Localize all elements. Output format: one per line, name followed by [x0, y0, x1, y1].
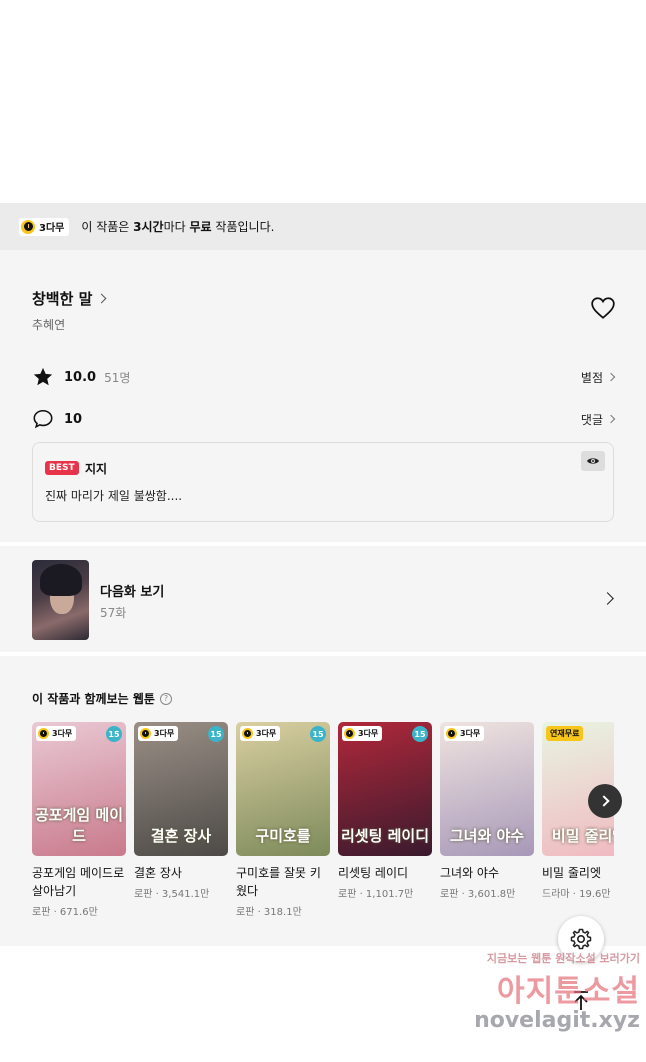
- free-banner: 3다무 이 작품은 3시간마다 무료 작품입니다.: [0, 203, 646, 250]
- recommend-meta: 로판 · 3,601.8만: [440, 889, 516, 900]
- top-blank-area: [0, 0, 646, 203]
- comment-link[interactable]: 댓글: [581, 411, 616, 428]
- chevron-right-icon: [606, 372, 616, 382]
- recommend-section: 이 작품과 함께보는 웹툰 ? 3다무 15 공포게임 메이드공포게임 메이드로 살…: [0, 656, 646, 946]
- age-rating-badge: 15: [208, 726, 224, 742]
- clock-icon: [140, 728, 151, 739]
- best-comment-user: 지지: [85, 462, 108, 476]
- age-rating-badge: 15: [412, 726, 428, 742]
- cover-title: 공포게임 메이드: [34, 806, 124, 845]
- rating-link[interactable]: 별점: [581, 369, 616, 386]
- watermark-line2: 아지툰소설: [497, 974, 640, 1009]
- next-episode-label: 다음화 보기: [100, 585, 165, 600]
- work-title: 창백한 말: [32, 290, 93, 308]
- next-episode-thumbnail: [32, 560, 89, 640]
- comment-row: 10 댓글: [32, 408, 616, 430]
- best-badge: BEST: [45, 461, 79, 475]
- age-rating-badge: 15: [310, 726, 326, 742]
- recommend-card[interactable]: 3다무 15 공포게임 메이드공포게임 메이드로 살아남기로판 · 671.6만: [32, 722, 126, 918]
- recommend-title: 이 작품과 함께보는 웹툰 ?: [32, 690, 172, 707]
- recommend-title: 구미호를 잘못 키웠다: [236, 866, 321, 898]
- 3damu-badge: 3다무: [342, 726, 383, 741]
- comment-icon: [33, 409, 53, 429]
- 3damu-badge: 3다무: [240, 726, 281, 741]
- clock-icon: [344, 728, 355, 739]
- carousel-next-button[interactable]: [588, 784, 622, 818]
- cover-title: 비밀 줄리엣: [551, 827, 614, 845]
- best-comment[interactable]: BEST 지지 진짜 마리가 제일 불쌍함....: [32, 442, 614, 522]
- recommend-cover: 3다무 15 리셋팅 레이디: [338, 722, 432, 856]
- rating-value: 10.0: [64, 369, 97, 385]
- watermark-line3: novelagit.xyz: [474, 1008, 640, 1033]
- chevron-right-icon: [597, 795, 610, 807]
- recommend-cover: 3다무그녀와 야수: [440, 722, 534, 856]
- cover-title: 그녀와 야수: [449, 827, 525, 845]
- 3damu-badge: 3다무: [138, 726, 179, 741]
- help-icon[interactable]: ?: [159, 692, 172, 705]
- comment-count: 10: [64, 411, 83, 427]
- recommend-title: 비밀 줄리엣: [542, 866, 602, 880]
- star-icon: [33, 367, 53, 386]
- gear-icon: [570, 928, 592, 950]
- chevron-right-icon: [96, 293, 107, 304]
- work-info-section: 창백한 말 추혜연 10.0 51명 별점 10 댓글 BEST 지지 진짜 마…: [0, 250, 646, 542]
- chevron-right-icon: [601, 592, 614, 605]
- next-episode-number: 57화: [100, 606, 127, 620]
- recommend-cover: 3다무 15 결혼 장사: [134, 722, 228, 856]
- chevron-right-icon: [606, 414, 616, 424]
- cover-title: 구미호를: [255, 827, 311, 845]
- watermark-line1: 지금보는 웹툰 원작소설 보러가기: [486, 952, 640, 965]
- age-rating-badge: 15: [106, 726, 122, 742]
- cover-title: 리셋팅 레이디: [340, 827, 430, 845]
- serial-free-badge: 연재무료: [546, 726, 584, 741]
- clock-icon: [38, 728, 49, 739]
- work-title-link[interactable]: 창백한 말: [32, 288, 107, 309]
- banner-text: 이 작품은 3시간마다 무료 작품입니다.: [81, 220, 275, 234]
- eye-icon[interactable]: [581, 451, 605, 471]
- best-comment-text: 진짜 마리가 제일 불쌍함....: [45, 489, 183, 503]
- recommend-cover: 3다무 15 구미호를: [236, 722, 330, 856]
- rating-count: 51명: [104, 370, 131, 385]
- heart-icon[interactable]: [590, 296, 616, 320]
- recommend-title: 결혼 장사: [134, 866, 182, 880]
- next-episode-row[interactable]: 다음화 보기 57화: [0, 546, 646, 652]
- recommend-card[interactable]: 3다무 15 결혼 장사 결혼 장사 로판 · 3,541.1만: [134, 722, 228, 900]
- recommend-meta: 로판 · 318.1만: [236, 907, 302, 918]
- clock-icon: [446, 728, 457, 739]
- recommend-card[interactable]: 3다무 15 리셋팅 레이디 리셋팅 레이디 로판 · 1,101.7만: [338, 722, 432, 900]
- recommend-card[interactable]: 3다무 그녀와 야수 그녀와 야수 로판 · 3,601.8만: [440, 722, 534, 900]
- recommend-title: 리셋팅 레이디: [338, 866, 409, 880]
- clock-icon: [21, 219, 35, 234]
- recommend-meta: 로판 · 671.6만: [32, 907, 98, 918]
- recommend-meta: 드라마 · 19.6만: [542, 889, 611, 900]
- recommend-title: 공포게임 메이드로 살아남기: [32, 866, 125, 898]
- clock-icon: [242, 728, 253, 739]
- recommend-carousel: 3다무 15 공포게임 메이드 공포게임 메이드로 살아남기 로판 · 671.6만 3다…: [32, 722, 614, 942]
- 3damu-badge: 3다무: [36, 726, 77, 741]
- badge-label: 3다무: [39, 223, 65, 234]
- 3damu-badge: 3다무: [444, 726, 485, 741]
- recommend-cover: 3다무 15 공포게임 메이드: [32, 722, 126, 856]
- watermark: 지금보는 웹툰 원작소설 보러가기 아지툰소설 novelagit.xyz: [430, 950, 640, 1050]
- recommend-meta: 로판 · 1,101.7만: [338, 889, 414, 900]
- cover-title: 결혼 장사: [150, 827, 212, 845]
- recommend-meta: 로판 · 3,541.1만: [134, 889, 210, 900]
- rating-row: 10.0 51명 별점: [32, 366, 616, 388]
- 3damu-badge: 3다무: [19, 217, 70, 236]
- recommend-card[interactable]: 3다무 15 구미호를구미호를 잘못 키웠다로판 · 318.1만: [236, 722, 330, 918]
- recommend-title: 그녀와 야수: [440, 866, 500, 880]
- work-author[interactable]: 추혜연: [32, 316, 65, 333]
